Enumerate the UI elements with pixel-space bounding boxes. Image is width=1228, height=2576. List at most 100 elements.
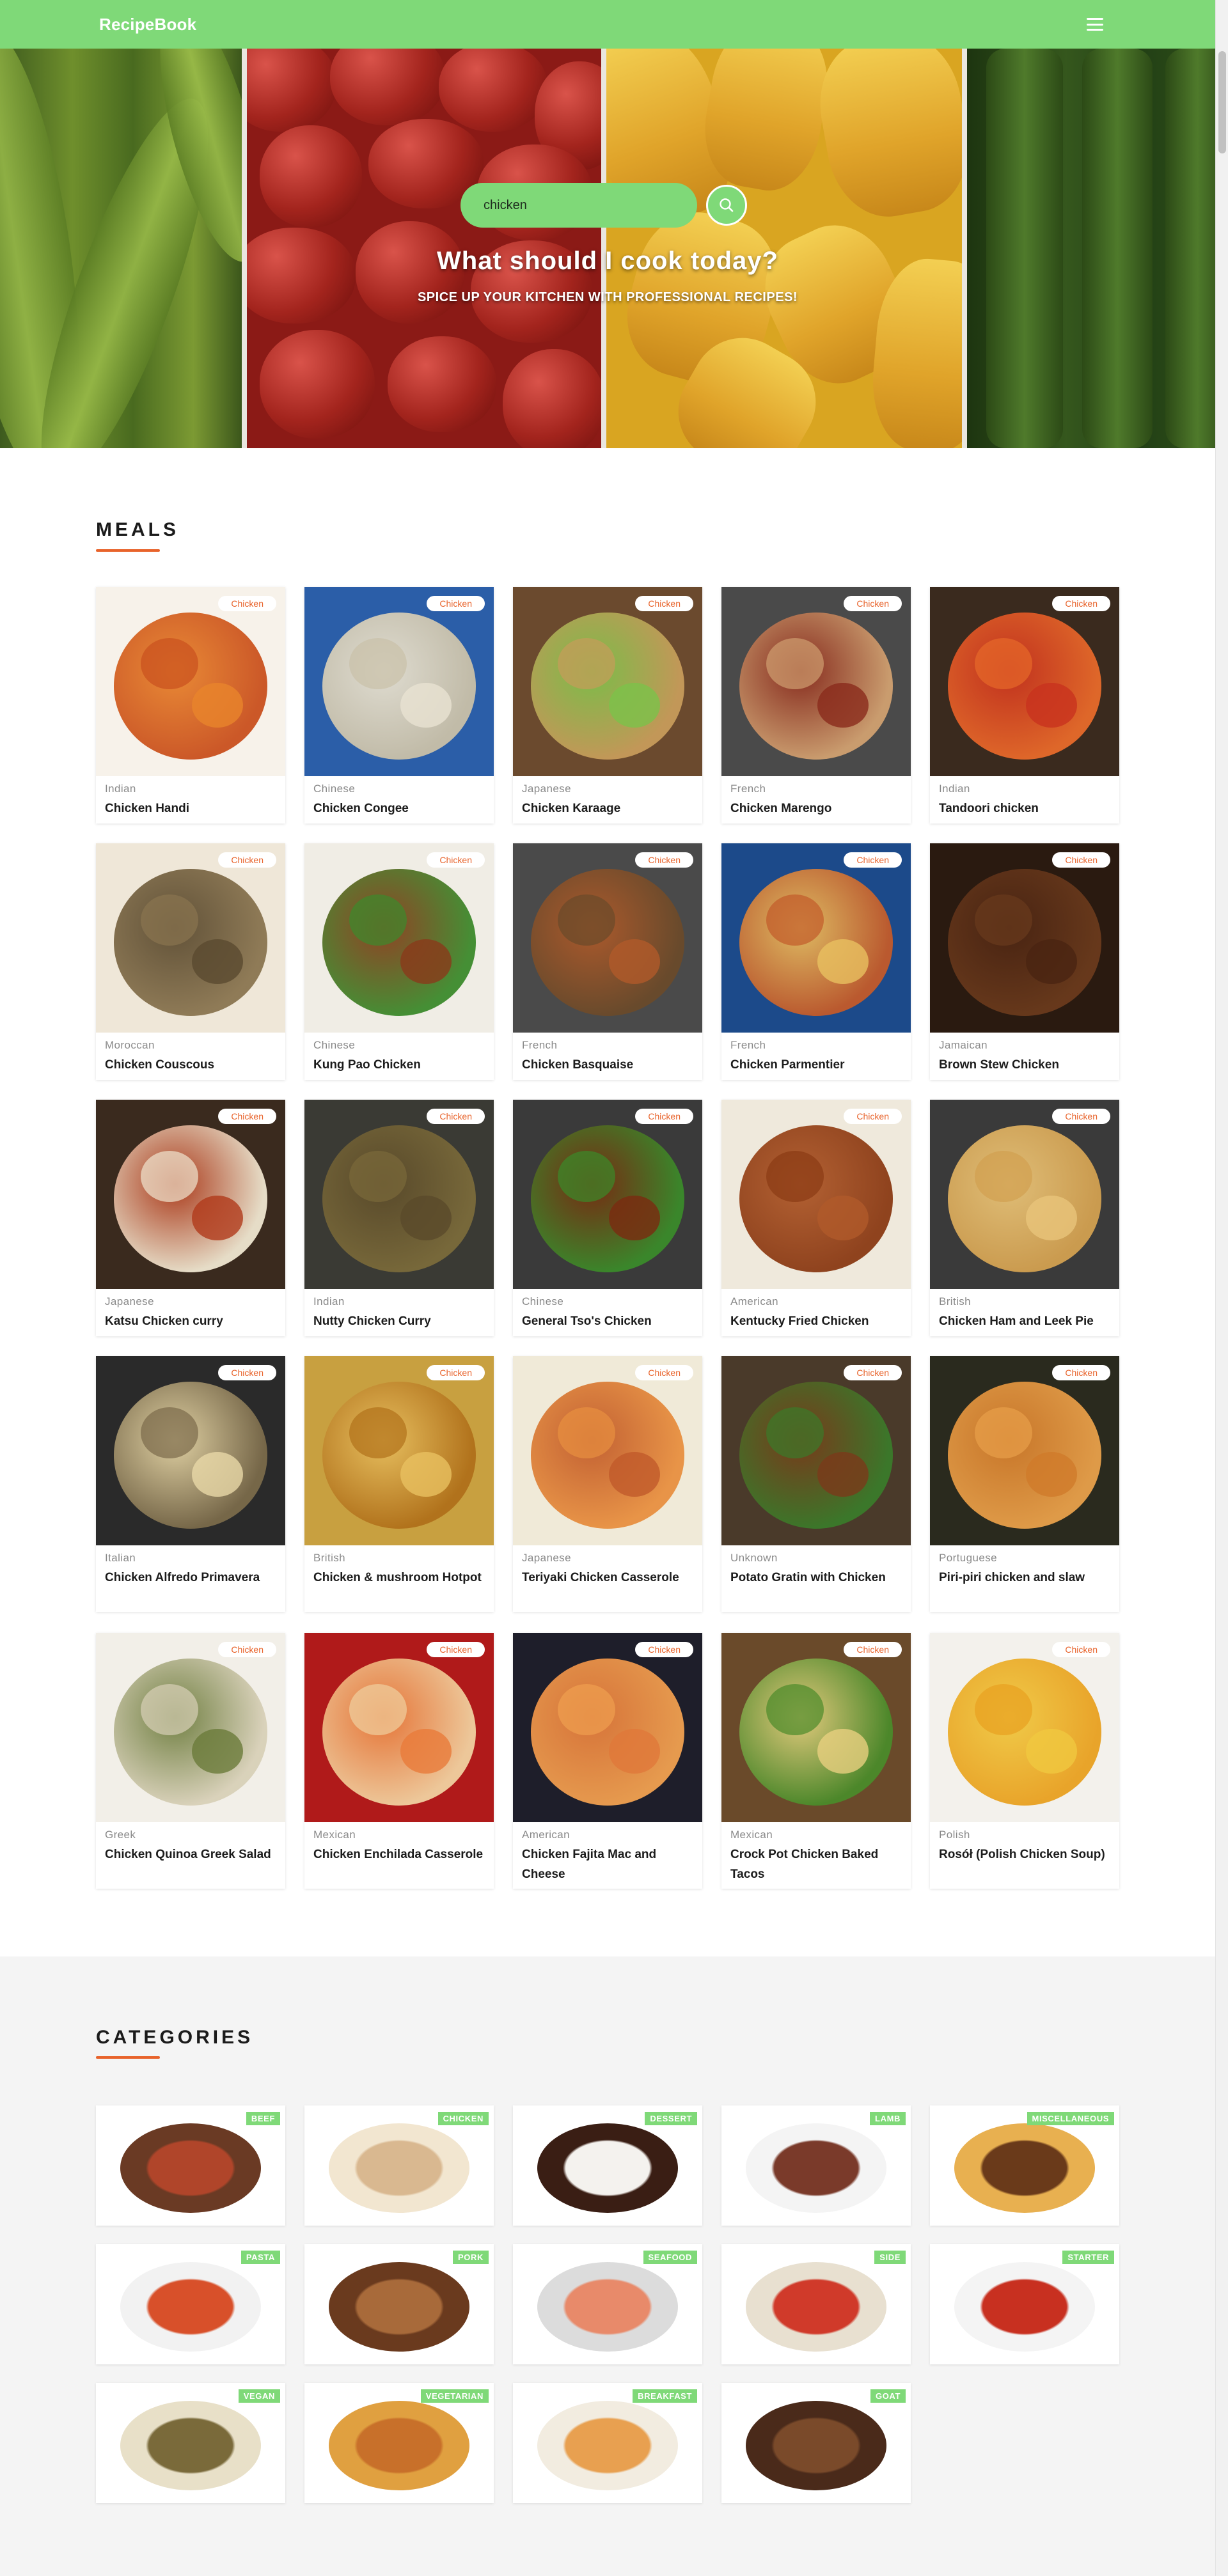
meal-card[interactable]: Chicken Unknown Potato Gratin with Chicken [721,1356,911,1612]
meal-image[interactable]: Chicken [96,587,285,776]
meal-title[interactable]: Chicken Congee [313,799,487,818]
meal-image[interactable]: Chicken [304,1100,494,1289]
meal-image[interactable]: Chicken [304,1633,494,1822]
meal-origin: Chinese [313,783,356,795]
meal-card[interactable]: Chicken British Chicken & mushroom Hotpot [304,1356,494,1612]
category-card[interactable]: PASTA [96,2244,285,2364]
meal-image[interactable]: Chicken [930,1100,1119,1289]
meal-title[interactable]: Brown Stew Chicken [939,1055,1113,1075]
category-card[interactable]: STARTER [930,2244,1119,2364]
category-card[interactable]: LAMB [721,2105,911,2226]
meal-title[interactable]: Chicken Parmentier [730,1055,904,1075]
meal-image[interactable]: Chicken [96,1356,285,1545]
meal-image[interactable]: Chicken [513,1633,702,1822]
meal-card[interactable]: Chicken Chinese Kung Pao Chicken [304,843,494,1080]
hamburger-menu-icon[interactable] [1087,18,1103,31]
meal-image[interactable]: Chicken [930,843,1119,1033]
meal-image[interactable]: Chicken [513,1100,702,1289]
meal-card[interactable]: Chicken Japanese Katsu Chicken curry [96,1100,285,1336]
meal-image[interactable]: Chicken [96,1100,285,1289]
meal-card[interactable]: Chicken French Chicken Basquaise [513,843,702,1080]
scrollbar-thumb[interactable] [1218,51,1226,153]
meal-card[interactable]: Chicken Jamaican Brown Stew Chicken [930,843,1119,1080]
category-card[interactable]: DESSERT [513,2105,702,2226]
meal-image[interactable]: Chicken [930,1633,1119,1822]
meal-image[interactable]: Chicken [304,1356,494,1545]
meal-origin: Japanese [105,1295,154,1308]
meal-card[interactable]: Chicken American Chicken Fajita Mac and Ch… [513,1633,702,1889]
meal-title[interactable]: Chicken Fajita Mac and Cheese [522,1845,696,1884]
category-card[interactable]: BREAKFAST [513,2383,702,2503]
meal-title[interactable]: Kentucky Fried Chicken [730,1311,904,1331]
category-card[interactable]: GOAT [721,2383,911,2503]
meal-image[interactable]: Chicken [96,843,285,1033]
meal-image[interactable]: Chicken [721,1633,911,1822]
meal-image[interactable]: Chicken [513,587,702,776]
meal-card[interactable]: Chicken Italian Chicken Alfredo Primavera [96,1356,285,1612]
meal-title[interactable]: Kung Pao Chicken [313,1055,487,1075]
meal-title[interactable]: Teriyaki Chicken Casserole [522,1568,696,1588]
meal-title[interactable]: Piri-piri chicken and slaw [939,1568,1113,1588]
category-card[interactable]: SEAFOOD [513,2244,702,2364]
meal-card[interactable]: Chicken French Chicken Parmentier [721,843,911,1080]
meal-title[interactable]: Chicken Karaage [522,799,696,818]
meal-card[interactable]: Chicken Moroccan Chicken Couscous [96,843,285,1080]
meal-card[interactable]: Chicken British Chicken Ham and Leek Pie [930,1100,1119,1336]
meal-title[interactable]: Tandoori chicken [939,799,1113,818]
search-button[interactable] [706,185,747,226]
meal-image[interactable]: Chicken [930,587,1119,776]
meal-title[interactable]: Chicken Handi [105,799,279,818]
meal-title[interactable]: Crock Pot Chicken Baked Tacos [730,1845,904,1884]
meal-title[interactable]: Nutty Chicken Curry [313,1311,487,1331]
meal-title[interactable]: Chicken Basquaise [522,1055,696,1075]
meal-card[interactable]: Chicken Japanese Teriyaki Chicken Casserol… [513,1356,702,1612]
meal-card[interactable]: Chicken Japanese Chicken Karaage [513,587,702,824]
meal-title[interactable]: Chicken Alfredo Primavera [105,1568,279,1588]
meal-card[interactable]: Chicken Greek Chicken Quinoa Greek Salad [96,1633,285,1889]
meal-origin: Mexican [730,1829,773,1841]
meal-title[interactable]: Chicken & mushroom Hotpot [313,1568,487,1588]
category-card[interactable]: BEEF [96,2105,285,2226]
category-card[interactable]: CHICKEN [304,2105,494,2226]
category-card[interactable]: MISCELLANEOUS [930,2105,1119,2226]
meal-image[interactable]: Chicken [96,1633,285,1822]
meal-title[interactable]: Chicken Quinoa Greek Salad [105,1845,279,1864]
category-card[interactable]: VEGAN [96,2383,285,2503]
meal-title[interactable]: Chicken Enchilada Casserole [313,1845,487,1864]
meal-card[interactable]: Chicken Mexican Crock Pot Chicken Baked Ta… [721,1633,911,1889]
meal-title[interactable]: Potato Gratin with Chicken [730,1568,904,1588]
brand-logo[interactable]: RecipeBook [99,15,196,35]
meal-title[interactable]: Chicken Ham and Leek Pie [939,1311,1113,1331]
meal-image[interactable]: Chicken [721,587,911,776]
meal-image[interactable]: Chicken [304,843,494,1033]
meal-card[interactable]: Chicken Portuguese Piri-piri chicken and s… [930,1356,1119,1612]
meal-image[interactable]: Chicken [930,1356,1119,1545]
meal-card[interactable]: Chicken Chinese Chicken Congee [304,587,494,824]
meal-card[interactable]: Chicken Indian Nutty Chicken Curry [304,1100,494,1336]
meal-title[interactable]: Chicken Marengo [730,799,904,818]
meal-card[interactable]: Chicken Mexican Chicken Enchilada Casserol… [304,1633,494,1889]
search-input[interactable] [460,183,697,228]
category-card[interactable]: VEGETARIAN [304,2383,494,2503]
meal-title[interactable]: Chicken Couscous [105,1055,279,1075]
meal-image[interactable]: Chicken [513,1356,702,1545]
meal-card[interactable]: Chicken Indian Tandoori chicken [930,587,1119,824]
meal-category-tag: Chicken [218,1365,276,1380]
meal-card[interactable]: Chicken Indian Chicken Handi [96,587,285,824]
category-card[interactable]: PORK [304,2244,494,2364]
meal-image[interactable]: Chicken [721,843,911,1033]
meal-title[interactable]: Katsu Chicken curry [105,1311,279,1331]
meal-image[interactable]: Chicken [513,843,702,1033]
meal-image[interactable]: Chicken [721,1100,911,1289]
meal-card[interactable]: Chicken Chinese General Tso's Chicken [513,1100,702,1336]
meal-card[interactable]: Chicken American Kentucky Fried Chicken [721,1100,911,1336]
category-card[interactable]: SIDE [721,2244,911,2364]
category-label: VEGETARIAN [420,2389,489,2403]
meal-title[interactable]: General Tso's Chicken [522,1311,696,1331]
meal-image[interactable]: Chicken [304,587,494,776]
meal-title[interactable]: Rosół (Polish Chicken Soup) [939,1845,1113,1864]
meal-image[interactable]: Chicken [721,1356,911,1545]
page-scrollbar[interactable] [1215,0,1228,2576]
meal-card[interactable]: Chicken French Chicken Marengo [721,587,911,824]
meal-card[interactable]: Chicken Polish Rosół (Polish Chicken Soup) [930,1633,1119,1889]
